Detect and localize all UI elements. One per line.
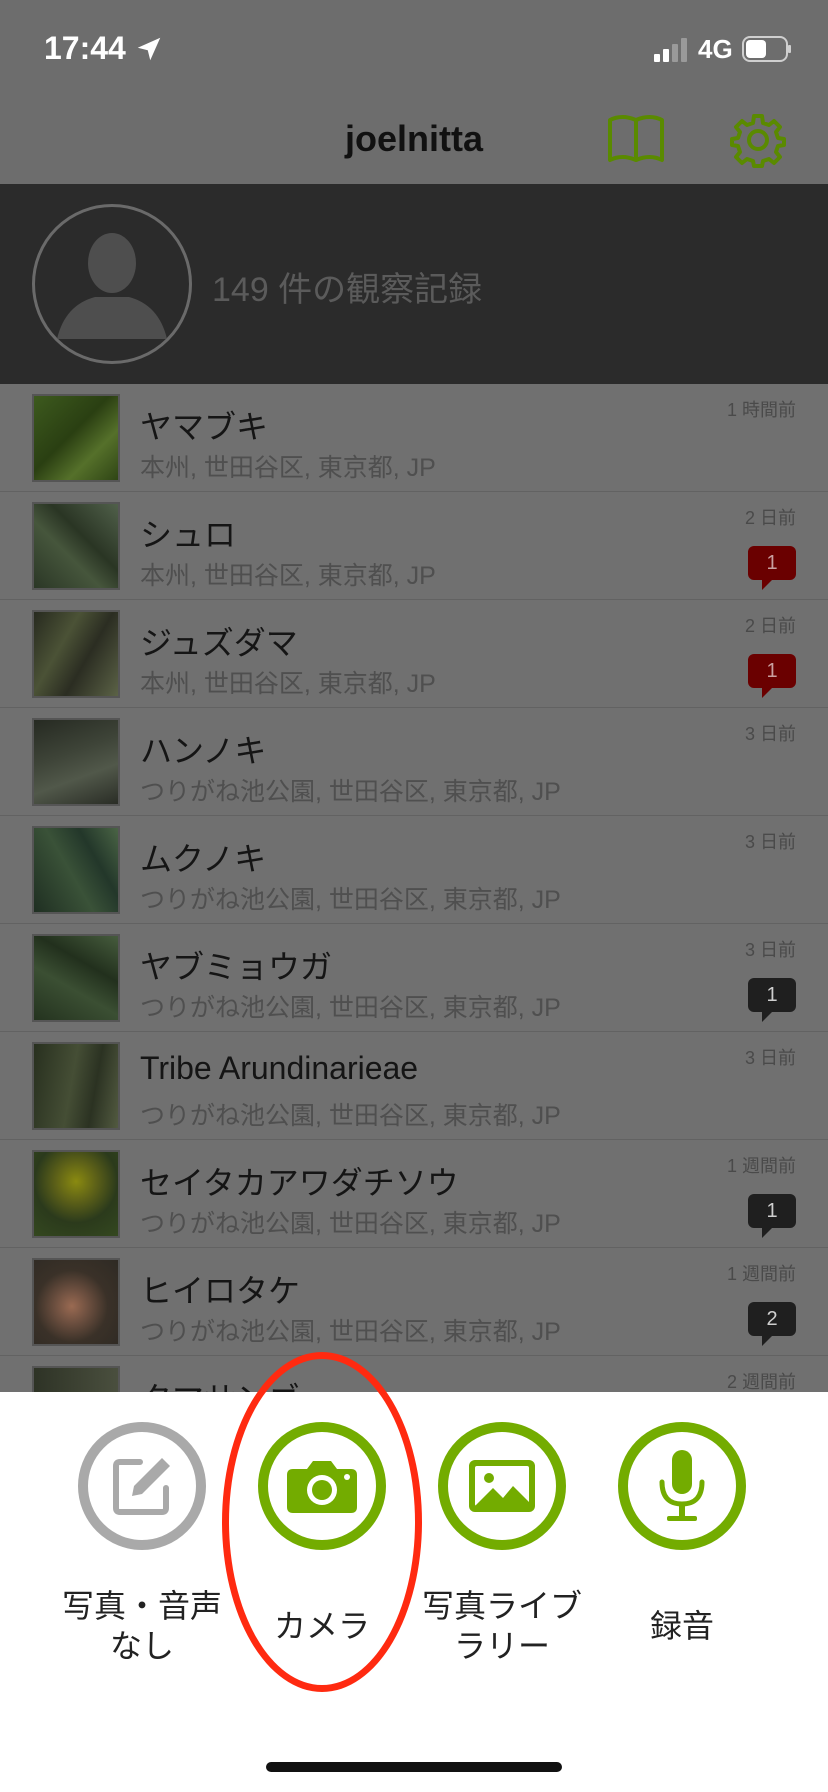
list-item[interactable]: セイタカアワダチソウ つりがね池公園, 世田谷区, 東京都, JP 1 週間前 … xyxy=(0,1140,828,1248)
record-sound-button[interactable]: 録音 xyxy=(592,1422,772,1646)
observation-name: ハンノキ xyxy=(140,733,267,769)
record-sound-circle[interactable] xyxy=(618,1422,746,1550)
list-item[interactable]: ヒイロタケ つりがね池公園, 世田谷区, 東京都, JP 1 週間前 2 xyxy=(0,1248,828,1356)
gear-icon[interactable] xyxy=(730,112,786,168)
observation-thumbnail xyxy=(32,502,120,590)
observation-location: つりがね池公園, 世田谷区, 東京都, JP xyxy=(140,1102,561,1130)
comment-count-badge: 2 xyxy=(748,1302,796,1346)
observation-list[interactable]: ヤマブキ 本州, 世田谷区, 東京都, JP 1 時間前 シュロ 本州, 世田谷… xyxy=(0,384,828,1392)
observation-time: 3 日前 xyxy=(744,832,796,852)
highlight-circle xyxy=(222,1352,422,1692)
nav-bar: joelnitta xyxy=(0,100,828,184)
observation-name: セイタカアワダチソウ xyxy=(140,1165,459,1201)
observation-time: 3 日前 xyxy=(744,1048,796,1068)
observation-name: シュロ xyxy=(140,517,237,553)
observation-thumbnail xyxy=(32,1366,120,1392)
observation-time: 3 日前 xyxy=(744,724,796,744)
observation-location: つりがね池公園, 世田谷区, 東京都, JP xyxy=(140,1318,561,1346)
observation-thumbnail xyxy=(32,610,120,698)
observation-time: 2 週間前 xyxy=(726,1372,796,1392)
observation-location: つりがね池公園, 世田谷区, 東京都, JP xyxy=(140,886,561,914)
observation-count: 149 件の観察記録 xyxy=(212,271,483,309)
observation-thumbnail xyxy=(32,826,120,914)
home-indicator xyxy=(266,1762,562,1772)
no-media-circle[interactable] xyxy=(78,1422,206,1550)
status-bar: 17:44 4G xyxy=(0,0,828,100)
observation-name: ジュズダマ xyxy=(140,625,298,661)
observation-name: ムクノキ xyxy=(140,841,267,877)
network-label: 4G xyxy=(698,34,733,64)
list-item[interactable]: ハンノキ つりがね池公園, 世田谷区, 東京都, JP 3 日前 xyxy=(0,708,828,816)
photo-library-button[interactable]: 写真ライブ ラリー xyxy=(412,1422,592,1666)
observation-thumbnail xyxy=(32,934,120,1022)
list-item[interactable]: Tribe Arundinarieae つりがね池公園, 世田谷区, 東京都, … xyxy=(0,1032,828,1140)
avatar[interactable] xyxy=(32,204,192,364)
image-icon xyxy=(469,1460,535,1512)
comment-count-badge: 1 xyxy=(748,978,796,1022)
edit-note-icon xyxy=(113,1458,170,1515)
observation-time: 1 時間前 xyxy=(726,400,796,420)
username-title: joelnitta xyxy=(344,118,483,159)
person-silhouette-icon xyxy=(57,233,167,339)
observation-location: つりがね池公園, 世田谷区, 東京都, JP xyxy=(140,994,561,1022)
list-item[interactable]: ジュズダマ 本州, 世田谷区, 東京都, JP 2 日前 1 xyxy=(0,600,828,708)
observation-location: つりがね池公園, 世田谷区, 東京都, JP xyxy=(140,778,561,806)
observation-thumbnail xyxy=(32,1258,120,1346)
no-media-label: 写真・音声 なし xyxy=(61,1588,222,1664)
location-arrow-icon xyxy=(137,37,161,61)
observation-location: 本州, 世田谷区, 東京都, JP xyxy=(140,454,436,482)
observation-thumbnail xyxy=(32,1150,120,1238)
new-observation-sheet: 写真・音声 なし カメラ 写真ライブ ラリー 録音 xyxy=(0,1392,828,1792)
observation-location: つりがね池公園, 世田谷区, 東京都, JP xyxy=(140,1210,561,1238)
book-icon[interactable] xyxy=(606,112,666,164)
list-item[interactable]: ヤマブキ 本州, 世田谷区, 東京都, JP 1 時間前 xyxy=(0,384,828,492)
observation-name: ヤブミョウガ xyxy=(140,949,333,985)
status-time: 17:44 xyxy=(44,30,126,66)
observation-time: 1 週間前 xyxy=(726,1156,796,1176)
microphone-icon xyxy=(659,1450,705,1521)
record-sound-label: 録音 xyxy=(649,1608,714,1644)
list-item[interactable]: タマサンゴ 2 週間前 xyxy=(0,1356,828,1392)
observation-location: 本州, 世田谷区, 東京都, JP xyxy=(140,562,436,590)
comment-count-badge: 1 xyxy=(748,1194,796,1238)
profile-header: 149 件の観察記録 xyxy=(0,184,828,384)
observation-name: ヒイロタケ xyxy=(140,1273,301,1309)
list-item[interactable]: ヤブミョウガ つりがね池公園, 世田谷区, 東京都, JP 3 日前 1 xyxy=(0,924,828,1032)
observation-time: 1 週間前 xyxy=(726,1264,796,1284)
signal-icon xyxy=(654,38,687,62)
photo-library-circle[interactable] xyxy=(438,1422,566,1550)
observation-time: 2 日前 xyxy=(744,616,796,636)
observation-location: 本州, 世田谷区, 東京都, JP xyxy=(140,670,436,698)
comment-count-badge: 1 xyxy=(748,546,796,590)
photo-library-label: 写真ライブ ラリー xyxy=(421,1588,582,1664)
observation-thumbnail xyxy=(32,394,120,482)
list-item[interactable]: シュロ 本州, 世田谷区, 東京都, JP 2 日前 1 xyxy=(0,492,828,600)
observation-name: ヤマブキ xyxy=(140,409,269,445)
list-item[interactable]: ムクノキ つりがね池公園, 世田谷区, 東京都, JP 3 日前 xyxy=(0,816,828,924)
observation-thumbnail xyxy=(32,718,120,806)
battery-icon xyxy=(742,36,791,62)
observation-name: Tribe Arundinarieae xyxy=(140,1050,419,1086)
observation-time: 2 日前 xyxy=(744,508,796,528)
observation-thumbnail xyxy=(32,1042,120,1130)
no-media-button[interactable]: 写真・音声 なし xyxy=(52,1422,232,1666)
observation-time: 3 日前 xyxy=(744,940,796,960)
comment-count-badge: 1 xyxy=(748,654,796,698)
